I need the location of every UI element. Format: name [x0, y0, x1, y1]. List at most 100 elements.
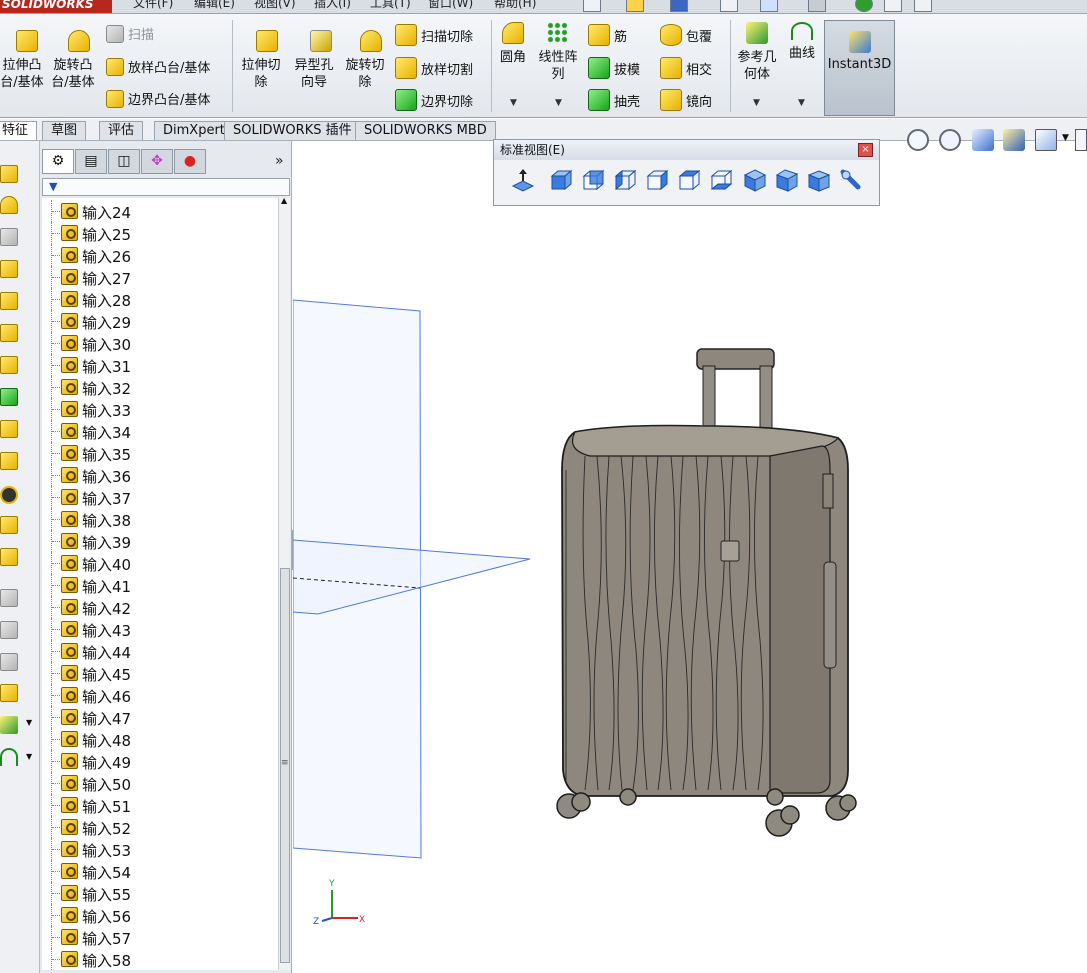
- rib-tool-icon[interactable]: [0, 653, 18, 671]
- dimetric-view-icon[interactable]: [806, 167, 832, 193]
- linear-pattern-button[interactable]: 线性阵列: [536, 22, 580, 83]
- save-icon[interactable]: [670, 0, 688, 12]
- tab-solidworks-addins[interactable]: SOLIDWORKS 插件: [224, 121, 361, 140]
- mirror-tool-icon[interactable]: [0, 621, 18, 639]
- options-icon[interactable]: [914, 0, 932, 12]
- tree-scrollbar[interactable]: ▲ ≡: [278, 196, 290, 970]
- undo-icon[interactable]: [760, 0, 778, 12]
- tree-item-import[interactable]: 输入30: [42, 332, 278, 354]
- tree-item-import[interactable]: 输入29: [42, 310, 278, 332]
- pattern-dropdown-icon[interactable]: ▼: [555, 98, 562, 108]
- tree-item-import[interactable]: 输入25: [42, 222, 278, 244]
- draft-tool-icon[interactable]: [0, 388, 18, 406]
- revolve-cut-button[interactable]: 旋转切除: [342, 30, 388, 91]
- close-icon[interactable]: ×: [858, 143, 873, 157]
- tree-item-import[interactable]: 输入33: [42, 398, 278, 420]
- new-document-icon[interactable]: [583, 0, 601, 12]
- tree-item-import[interactable]: 输入34: [42, 420, 278, 442]
- configuration-manager-tab-icon[interactable]: ◫: [108, 149, 140, 174]
- tab-evaluate[interactable]: 评估: [99, 121, 144, 140]
- select-arrow-icon[interactable]: [808, 0, 826, 12]
- menu-view[interactable]: 视图(V): [254, 0, 296, 11]
- curves-tool-dropdown-icon[interactable]: ▼: [26, 752, 32, 761]
- menu-help[interactable]: 帮助(H): [494, 0, 536, 11]
- dimxpert-manager-tab-icon[interactable]: ✥: [141, 149, 173, 174]
- tree-item-import[interactable]: 输入50: [42, 772, 278, 794]
- luggage-handle[interactable]: [696, 348, 775, 437]
- chamfer-tool-icon[interactable]: [0, 420, 18, 438]
- display-manager-tab-icon[interactable]: ●: [174, 149, 206, 174]
- shell-tool-icon[interactable]: [0, 548, 18, 566]
- open-folder-icon[interactable]: [626, 0, 644, 12]
- tree-item-import[interactable]: 输入39: [42, 530, 278, 552]
- bottom-view-icon[interactable]: [708, 167, 734, 193]
- revolve-cut-tool-icon[interactable]: [0, 324, 18, 342]
- isometric-view-icon[interactable]: [742, 167, 768, 193]
- tab-features[interactable]: 特征: [0, 121, 38, 140]
- normal-to-icon[interactable]: [510, 167, 536, 193]
- fillet-tool-icon[interactable]: [0, 356, 18, 374]
- print-icon[interactable]: [720, 0, 738, 12]
- curves-tool-icon[interactable]: [0, 748, 18, 766]
- tree-item-import[interactable]: 输入55: [42, 882, 278, 904]
- tree-item-import[interactable]: 输入48: [42, 728, 278, 750]
- hole-wizard-button[interactable]: 异型孔向导: [289, 30, 339, 91]
- revolve-tool-icon[interactable]: [0, 196, 18, 214]
- instant3d-button[interactable]: Instant3D: [824, 20, 895, 116]
- tree-item-import[interactable]: 输入24: [42, 200, 278, 222]
- menu-insert[interactable]: 插入(I): [314, 0, 351, 11]
- tab-dimxpert[interactable]: DimXpert: [154, 121, 234, 140]
- sweep-tool-icon[interactable]: [0, 228, 18, 246]
- tree-item-import[interactable]: 输入57: [42, 926, 278, 948]
- tree-item-import[interactable]: 输入26: [42, 244, 278, 266]
- lofted-cut-button[interactable]: 放样切割: [395, 57, 473, 79]
- tree-item-import[interactable]: 输入42: [42, 596, 278, 618]
- file-properties-icon[interactable]: [884, 0, 902, 12]
- fillet-button[interactable]: 圆角: [495, 22, 531, 66]
- back-view-icon[interactable]: [580, 167, 606, 193]
- zoom-to-area-icon[interactable]: [939, 129, 961, 151]
- tree-item-import[interactable]: 输入35: [42, 442, 278, 464]
- mirror-button[interactable]: 镜向: [660, 89, 712, 111]
- tree-item-import[interactable]: 输入27: [42, 266, 278, 288]
- rebuild-icon[interactable]: [855, 0, 873, 12]
- menu-edit[interactable]: 编辑(E): [194, 0, 235, 11]
- tree-item-import[interactable]: 输入45: [42, 662, 278, 684]
- view-orientation-icon[interactable]: [1035, 129, 1057, 151]
- front-view-icon[interactable]: [548, 167, 574, 193]
- tree-item-import[interactable]: 输入54: [42, 860, 278, 882]
- boundary-cut-button[interactable]: 边界切除: [395, 89, 473, 111]
- wrap-tool-icon[interactable]: [0, 452, 18, 470]
- extrude-cut-tool-icon[interactable]: [0, 292, 18, 310]
- tree-item-import[interactable]: 输入32: [42, 376, 278, 398]
- reference-geometry-tool-icon[interactable]: [0, 716, 18, 734]
- curves-dropdown-icon[interactable]: ▼: [798, 98, 805, 108]
- right-view-icon[interactable]: [644, 167, 670, 193]
- tree-item-import[interactable]: 输入56: [42, 904, 278, 926]
- feature-manager-tab-icon[interactable]: ⚙: [42, 149, 74, 174]
- menu-tools[interactable]: 工具(T): [370, 0, 411, 11]
- section-view-icon[interactable]: [1003, 129, 1025, 151]
- solidworks-logo[interactable]: SOLIDWORKS: [0, 0, 112, 13]
- menu-file[interactable]: 文件(F): [133, 0, 173, 11]
- reference-dropdown-icon[interactable]: ▼: [26, 718, 32, 727]
- extrude-tool-icon[interactable]: [0, 165, 18, 183]
- property-manager-tab-icon[interactable]: ▤: [75, 149, 107, 174]
- display-style-icon[interactable]: [1075, 129, 1087, 151]
- tree-item-import[interactable]: 输入36: [42, 464, 278, 486]
- previous-view-icon[interactable]: [972, 129, 994, 151]
- scroll-up-icon[interactable]: ▲: [281, 196, 287, 205]
- shell-button[interactable]: 抽壳: [588, 89, 640, 111]
- menu-window[interactable]: 窗口(W): [428, 0, 473, 11]
- tab-solidworks-mbd[interactable]: SOLIDWORKS MBD: [355, 121, 496, 140]
- delete-face-icon[interactable]: [0, 486, 18, 504]
- extrude-boss-button[interactable]: 拉伸凸台/基体: [0, 30, 44, 91]
- rib-button[interactable]: 筋: [588, 24, 627, 46]
- tree-item-import[interactable]: 输入49: [42, 750, 278, 772]
- tree-item-import[interactable]: 输入37: [42, 486, 278, 508]
- wrap-button[interactable]: 包覆: [660, 24, 712, 46]
- top-view-icon[interactable]: [676, 167, 702, 193]
- loft-button[interactable]: 放样凸台/基体: [106, 57, 210, 76]
- tree-item-import[interactable]: 输入43: [42, 618, 278, 640]
- tree-item-import[interactable]: 输入28: [42, 288, 278, 310]
